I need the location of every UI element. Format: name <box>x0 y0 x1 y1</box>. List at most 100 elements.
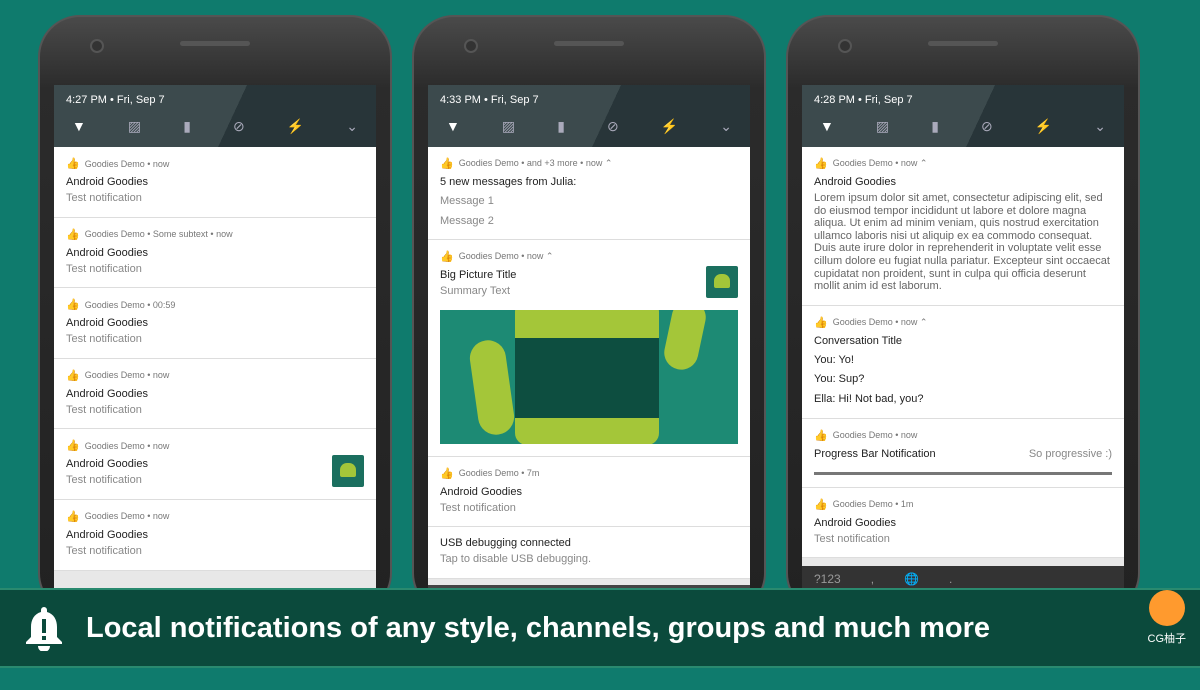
message-line: You: Sup? <box>814 373 865 386</box>
thumbs-up-icon: 👍 <box>66 228 80 241</box>
status-bar: 4:33 PM • Fri, Sep 7 ▼ ▨ ▮ ⊘ ⚡ ⌄ <box>428 85 750 147</box>
thumbs-up-icon: 👍 <box>440 158 454 170</box>
chevron-down-icon[interactable]: ⌄ <box>1094 118 1106 135</box>
notification-header: Goodies Demo • now <box>832 430 918 441</box>
flashlight-icon[interactable]: ⚡ <box>661 118 678 135</box>
notification-shade: 4:27 PM • Fri, Sep 7 ▼ ▨ ▮ ⊘ ⚡ ⌄ 👍 Goodies Demo … <box>54 85 376 595</box>
notification[interactable]: 👍 Goodies Demo • 00:59 Android Goodies Test… <box>54 288 376 359</box>
speaker <box>180 41 250 46</box>
battery-saver-icon[interactable]: ▮ <box>931 118 939 135</box>
android-icon <box>332 455 364 488</box>
data-saver-icon[interactable]: ⊘ <box>607 118 619 135</box>
notification-header: Goodies Demo • now ⌃ <box>832 158 928 168</box>
flashlight-icon[interactable]: ⚡ <box>1035 118 1052 135</box>
notification-text: Test notification <box>814 532 890 545</box>
notification[interactable]: 👍 Goodies Demo • and +3 more • now ⌃ 5 new… <box>428 147 750 241</box>
notification-text: Test notification <box>66 192 142 204</box>
notification-shade: 4:33 PM • Fri, Sep 7 ▼ ▨ ▮ ⊘ ⚡ ⌄ 👍 Goodies Demo … <box>428 85 750 595</box>
progress-bar <box>814 471 1112 475</box>
watermark-logo: CG柚子 <box>1148 590 1186 646</box>
notification-header: Goodies Demo • now <box>84 440 170 451</box>
notification-title: Android Goodies <box>66 387 148 400</box>
notification-text: Lorem ipsum dolor sit amet, consectetur … <box>814 192 1110 293</box>
notification-title: 5 new messages from Julia: <box>440 176 577 188</box>
notification[interactable]: 👍 Goodies Demo • now Android Goodies Test n… <box>54 358 376 430</box>
notification-text: Test notification <box>66 544 142 557</box>
no-sim-icon[interactable]: ▨ <box>128 118 141 135</box>
phone-mockup: 4:33 PM • Fri, Sep 7 ▼ ▨ ▮ ⊘ ⚡ ⌄ 👍 Goodies Demo … <box>412 15 766 615</box>
notification[interactable]: 👍 Goodies Demo • 7m Android Goodies Test no… <box>428 456 750 528</box>
wifi-icon[interactable]: ▼ <box>446 118 460 135</box>
notification[interactable]: 👍 Goodies Demo • now ⌃ Big Picture Title Su… <box>428 240 750 457</box>
notification-header: Goodies Demo • now <box>84 370 170 381</box>
notification[interactable]: 👍 Goodies Demo • now ⌃ Conversation Title Y… <box>802 305 1124 419</box>
message-line: Ella: Hi! Not bad, you? <box>814 392 924 405</box>
android-icon <box>706 266 738 299</box>
notification-title: Android Goodies <box>66 528 148 541</box>
data-saver-icon[interactable]: ⊘ <box>981 118 993 135</box>
notification[interactable]: 👍 Goodies Demo • now Android Goodies Test n… <box>54 147 376 218</box>
phone-mockup: 4:27 PM • Fri, Sep 7 ▼ ▨ ▮ ⊘ ⚡ ⌄ 👍 Goodies Demo … <box>38 15 392 615</box>
notification-text: Test notification <box>66 262 142 275</box>
no-sim-icon[interactable]: ▨ <box>876 118 889 135</box>
notification-header: Goodies Demo • now <box>84 511 170 522</box>
thumbs-up-icon: 👍 <box>66 369 80 382</box>
notification-text: Test notification <box>66 333 142 346</box>
notification-header: Goodies Demo • now <box>84 158 170 169</box>
message-line: Message 2 <box>440 214 494 227</box>
phone-mockup: 4:28 PM • Fri, Sep 7 ▼ ▨ ▮ ⊘ ⚡ ⌄ 👍 Goodies Demo … <box>786 15 1140 615</box>
notification-title: Big Picture Title <box>440 269 517 282</box>
message-line: Message 1 <box>440 195 494 207</box>
thumbs-up-icon: 👍 <box>66 440 80 453</box>
notification-title: Progress Bar Notification <box>814 447 936 460</box>
speaker <box>928 41 998 46</box>
notification[interactable]: 👍 Goodies Demo • Some subtext • now Androi… <box>54 217 376 289</box>
notification-header: Goodies Demo • Some subtext • now <box>84 229 233 240</box>
chevron-down-icon[interactable]: ⌄ <box>346 118 358 135</box>
thumbs-up-icon: 👍 <box>66 510 80 523</box>
big-picture-image <box>440 309 738 444</box>
notification-title: Android Goodies <box>814 176 896 188</box>
status-bar: 4:28 PM • Fri, Sep 7 ▼ ▨ ▮ ⊘ ⚡ ⌄ <box>802 85 1124 147</box>
status-time: 4:27 PM • Fri, Sep 7 <box>66 94 165 106</box>
speaker <box>554 41 624 46</box>
notification[interactable]: 👍 Goodies Demo • now Progress Bar Notifica… <box>802 418 1124 488</box>
notification-title: USB debugging connected <box>440 537 571 550</box>
notification-header: Goodies Demo • and +3 more • now ⌃ <box>458 158 613 168</box>
bell-icon <box>24 605 64 652</box>
notification-header: Goodies Demo • 7m <box>458 468 540 479</box>
thumbs-up-icon: 👍 <box>66 158 80 170</box>
status-time: 4:28 PM • Fri, Sep 7 <box>814 94 913 106</box>
wifi-icon[interactable]: ▼ <box>72 118 86 135</box>
notification[interactable]: 👍 Goodies Demo • 1m Android Goodies Test no… <box>802 487 1124 559</box>
status-time: 4:33 PM • Fri, Sep 7 <box>440 94 539 106</box>
notification-text: Tap to disable USB debugging. <box>440 553 592 566</box>
notification-header: Goodies Demo • 1m <box>832 499 914 510</box>
notification[interactable]: 👍 Goodies Demo • now ⌃ Android Goodies Lore… <box>802 147 1124 306</box>
notification-text: Test notification <box>440 501 516 514</box>
thumbs-up-icon: 👍 <box>814 498 828 511</box>
notification-title: Android Goodies <box>66 458 148 471</box>
notification[interactable]: 👍 Goodies Demo • now Android Goodies Test n… <box>54 499 376 571</box>
notification[interactable]: 👍 Goodies Demo • now Android Goodies Test n… <box>54 429 376 500</box>
notification-header: Goodies Demo • now ⌃ <box>832 316 928 327</box>
notification-title: Android Goodies <box>66 246 148 259</box>
battery-saver-icon[interactable]: ▮ <box>183 118 191 135</box>
notification-text: Test notification <box>66 403 142 416</box>
thumbs-up-icon: 👍 <box>440 251 454 264</box>
notification[interactable]: USB debugging connected Tap to disable US… <box>428 527 750 579</box>
message-line: You: Yo! <box>814 353 854 366</box>
wifi-icon[interactable]: ▼ <box>820 118 834 135</box>
thumbs-up-icon: 👍 <box>814 316 828 329</box>
thumbs-up-icon: 👍 <box>814 158 828 170</box>
notification-header: Goodies Demo • 00:59 <box>84 299 176 310</box>
flashlight-icon[interactable]: ⚡ <box>287 118 304 135</box>
thumbs-up-icon: 👍 <box>440 467 454 480</box>
no-sim-icon[interactable]: ▨ <box>502 118 515 135</box>
battery-saver-icon[interactable]: ▮ <box>557 118 565 135</box>
thumbs-up-icon: 👍 <box>814 429 828 442</box>
chevron-down-icon[interactable]: ⌄ <box>720 118 732 135</box>
banner-text: Local notifications of any style, channe… <box>86 611 990 644</box>
data-saver-icon[interactable]: ⊘ <box>233 118 245 135</box>
notification-title: Android Goodies <box>66 317 148 330</box>
